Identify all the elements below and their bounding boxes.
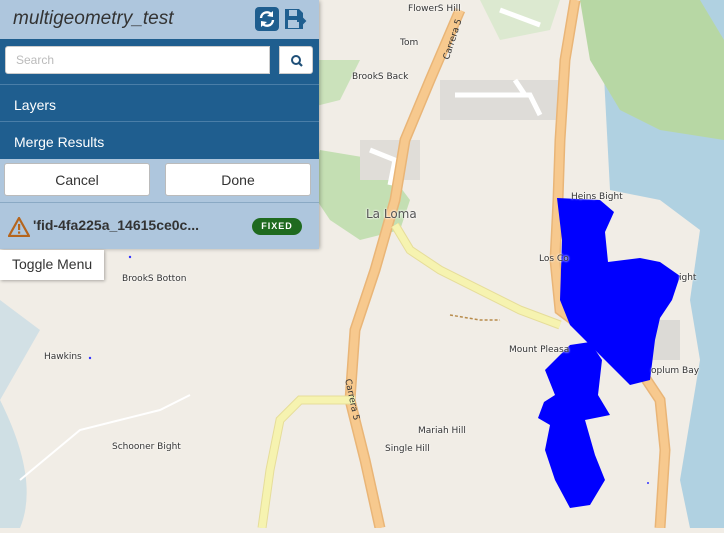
map-label-heins-bight: Heins Bight bbox=[571, 192, 623, 202]
search-input[interactable] bbox=[5, 46, 270, 74]
map-label-single-hill: Single Hill bbox=[385, 444, 430, 454]
action-buttons: Cancel Done bbox=[0, 159, 319, 202]
merge-panel: multigeometry_test Search Layers Merge R… bbox=[0, 0, 319, 249]
layers-label: Layers bbox=[14, 97, 57, 113]
map-label-mariah-hill: Mariah Hill bbox=[418, 426, 466, 436]
map-label-brooks-botton: BrookS Botton bbox=[122, 274, 187, 284]
status-badge: FIXED bbox=[252, 218, 302, 235]
cancel-button[interactable]: Cancel bbox=[4, 163, 150, 196]
warning-icon bbox=[8, 217, 30, 237]
done-button[interactable]: Done bbox=[165, 163, 311, 196]
merge-results-nav-item[interactable]: Merge Results bbox=[0, 121, 319, 159]
map-label-mount-pleasant: Mount Pleasa bbox=[509, 345, 570, 355]
merge-results-label: Merge Results bbox=[14, 134, 105, 150]
panel-title-bar: multigeometry_test bbox=[0, 0, 319, 39]
map-label-schooner-bight: Schooner Bight bbox=[112, 442, 181, 452]
map-label-hawkins: Hawkins bbox=[44, 352, 82, 362]
layers-nav-item[interactable]: Layers bbox=[0, 84, 319, 121]
panel-title: multigeometry_test bbox=[13, 8, 174, 29]
refresh-icon[interactable] bbox=[255, 7, 279, 31]
search-icon bbox=[291, 55, 303, 67]
merge-result-item[interactable]: 'fid-4fa225a_14615ce0c... FIXED bbox=[0, 202, 319, 249]
map-label-la-loma: La Loma bbox=[366, 207, 417, 221]
save-icon[interactable] bbox=[283, 7, 307, 31]
map-label-los-c: Los Co bbox=[539, 254, 569, 264]
search-button[interactable] bbox=[279, 46, 313, 74]
map-label-ight: ight bbox=[679, 273, 697, 283]
map-label-brooks-back: BrookS Back bbox=[352, 72, 409, 82]
map-label-oplum-bay: oplum Bay bbox=[651, 366, 700, 376]
map-label-tom: Tom bbox=[400, 38, 419, 48]
merge-result-id: 'fid-4fa225a_14615ce0c... bbox=[33, 217, 200, 233]
search-bar bbox=[0, 39, 319, 84]
map-label-flowers-hill: FlowerS Hill bbox=[408, 4, 461, 14]
toggle-menu-button[interactable]: Toggle Menu bbox=[0, 250, 104, 280]
